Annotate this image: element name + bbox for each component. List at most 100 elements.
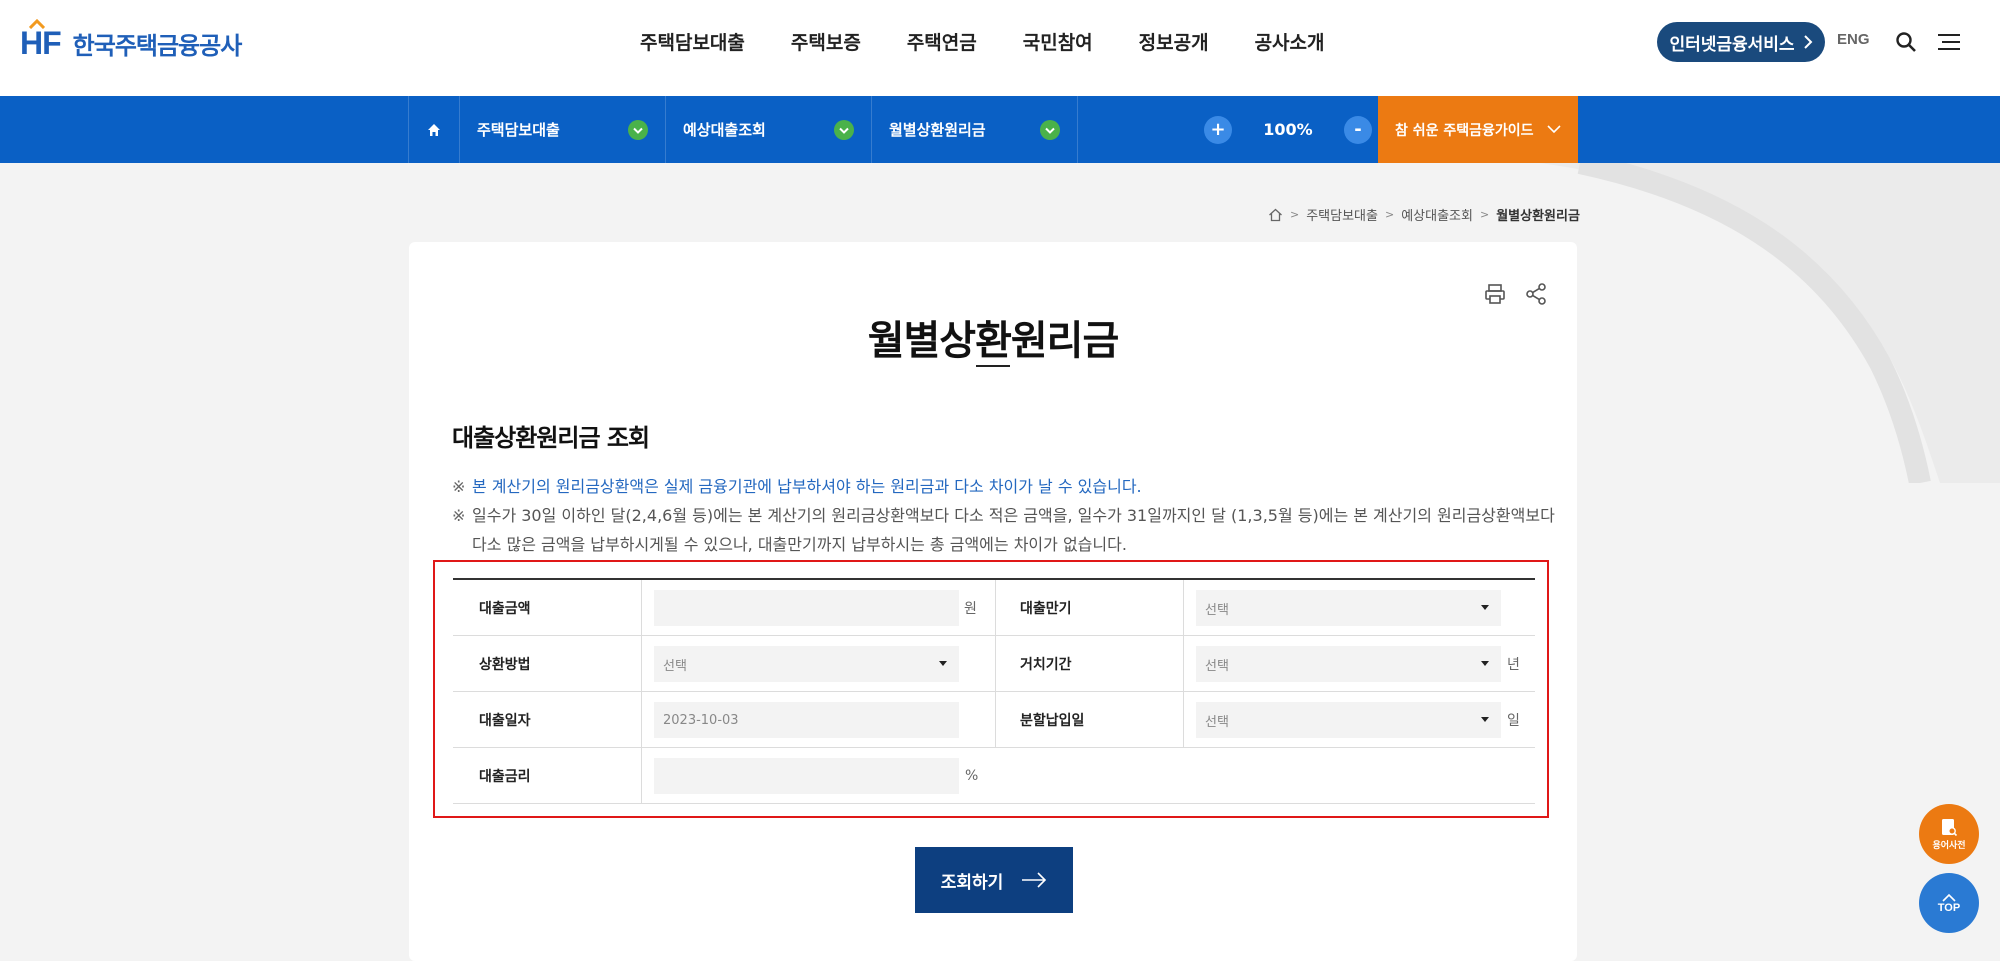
payment-day-label: 분할납입일 — [1020, 712, 1085, 729]
zoom-out-button[interactable]: - — [1344, 115, 1372, 144]
caret-down-icon — [1481, 605, 1489, 610]
caret-down-icon — [1481, 661, 1489, 666]
loan-form-highlight: 대출금액 원 대출만기 선택 상환방법 선택 거치기간 선택 년 대출일자 20… — [433, 560, 1549, 818]
divider — [641, 636, 642, 691]
loan-amount-label: 대출금액 — [479, 600, 531, 617]
internet-service-label: 인터넷금융서비스 — [1669, 34, 1795, 55]
location-dropdown-label: 주택담보대출 — [477, 121, 560, 139]
grace-period-label: 거치기간 — [1020, 656, 1072, 673]
chevron-down-icon — [1040, 120, 1060, 140]
location-bar: 주택담보대출 예상대출조회 월별상환원리금 + 100% - 참 쉬운 주택금융… — [0, 96, 2000, 163]
breadcrumb-separator-icon: > — [1384, 208, 1395, 221]
payment-day-select[interactable]: 선택 — [1196, 702, 1501, 738]
logo-text: 한국주택금융공사 — [72, 31, 243, 60]
notice-text: 일수가 30일 이하인 달(2,4,6월 등)에는 본 계산기의 원리금상환액보… — [472, 506, 1555, 525]
breadcrumb-separator-icon: > — [1290, 208, 1300, 221]
nav-item-housing-guarantee[interactable]: 주택보증 — [791, 28, 861, 55]
grace-period-select[interactable]: 선택 — [1196, 646, 1501, 682]
loan-form-table: 대출금액 원 대출만기 선택 상환방법 선택 거치기간 선택 년 대출일자 20… — [453, 578, 1535, 804]
zoom-in-button[interactable]: + — [1204, 115, 1232, 144]
nav-item-mortgage-loan[interactable]: 주택담보대출 — [640, 28, 745, 55]
internet-service-button[interactable]: 인터넷금융서비스 — [1657, 22, 1825, 62]
content-card: 월별상환원리금 대출상환원리금 조회 ※ 본 계산기의 원리금상환액은 실제 금융… — [409, 242, 1577, 961]
chevron-down-icon — [1547, 125, 1561, 134]
site-logo[interactable]: HF 한국주택금융공사 — [20, 18, 243, 62]
select-value: 선택 — [1205, 714, 1229, 730]
logo-roof-icon — [29, 18, 45, 29]
note-mark: ※ — [452, 477, 466, 496]
chevron-down-icon — [834, 120, 854, 140]
housing-finance-guide-button[interactable]: 참 쉬운 주택금융가이드 — [1378, 96, 1578, 163]
share-icon[interactable] — [1524, 282, 1548, 306]
location-dropdown-level3[interactable]: 월별상환원리금 — [872, 96, 1078, 163]
print-icon[interactable] — [1483, 282, 1507, 306]
grace-period-unit: 년 — [1507, 656, 1520, 673]
loan-term-label: 대출만기 — [1020, 600, 1072, 617]
form-row: 대출금리 % — [453, 748, 1535, 804]
nav-item-about[interactable]: 공사소개 — [1255, 28, 1325, 55]
notice-line-1: ※ 본 계산기의 원리금상환액은 실제 금융기관에 납부하셔야 하는 원리금과 다… — [452, 472, 1142, 501]
caret-down-icon — [939, 661, 947, 666]
location-dropdown-level2[interactable]: 예상대출조회 — [666, 96, 872, 163]
home-icon — [428, 123, 440, 136]
location-dropdown-level1[interactable]: 주택담보대출 — [460, 96, 666, 163]
loan-date-input[interactable]: 2023-10-03 — [654, 702, 959, 738]
search-icon[interactable] — [1894, 30, 1918, 54]
divider — [995, 692, 996, 747]
logo-mark: HF — [20, 18, 62, 62]
arrow-right-icon — [1022, 872, 1047, 888]
zoom-control: + 100% - — [1204, 96, 1380, 163]
search-submit-button[interactable]: 조회하기 — [915, 847, 1073, 913]
divider — [995, 636, 996, 691]
scroll-top-label: TOP — [1937, 901, 1961, 914]
notice-line-2: ※ 일수가 30일 이하인 달(2,4,6월 등)에는 본 계산기의 원리금상환액… — [452, 501, 1555, 530]
home-button[interactable] — [408, 96, 460, 163]
form-row: 상환방법 선택 거치기간 선택 년 — [453, 636, 1535, 692]
breadcrumb-item[interactable]: 주택담보대출 — [1306, 205, 1378, 224]
notice-line-3: 다소 많은 금액을 납부하시게될 수 있으나, 대출만기까지 납부하시는 총 금… — [472, 535, 1127, 554]
loan-date-label: 대출일자 — [479, 712, 531, 729]
language-english-link[interactable]: ENG — [1837, 31, 1870, 48]
location-dropdown-label: 월별상환원리금 — [889, 121, 986, 139]
interest-rate-unit: % — [965, 767, 979, 784]
interest-rate-label: 대출금리 — [479, 768, 531, 785]
repayment-method-select[interactable]: 선택 — [654, 646, 959, 682]
chevron-down-icon — [628, 120, 648, 140]
divider — [641, 580, 642, 635]
select-value: 선택 — [1205, 602, 1229, 618]
divider — [1183, 636, 1184, 691]
breadcrumb: > 주택담보대출 > 예상대출조회 > 월별상환원리금 — [1268, 205, 1580, 224]
nav-item-public-participation[interactable]: 국민참여 — [1023, 28, 1093, 55]
select-value: 선택 — [1205, 658, 1229, 674]
nav-item-housing-pension[interactable]: 주택연금 — [907, 28, 977, 55]
select-value: 선택 — [663, 658, 687, 674]
divider — [641, 692, 642, 747]
page-title: 월별상환원리금 — [867, 318, 1120, 364]
scroll-top-button[interactable]: TOP — [1919, 873, 1979, 933]
glossary-button[interactable]: 용어사전 — [1919, 804, 1979, 864]
form-row: 대출일자 2023-10-03 분할납입일 선택 일 — [453, 692, 1535, 748]
glossary-label: 용어사전 — [1932, 840, 1966, 851]
location-bar-inner: 주택담보대출 예상대출조회 월별상환원리금 + 100% - 참 쉬운 주택금융… — [408, 96, 1578, 163]
interest-rate-input[interactable] — [654, 758, 959, 794]
background-decoration — [1540, 163, 2000, 483]
loan-term-select[interactable]: 선택 — [1196, 590, 1501, 626]
loan-amount-input[interactable] — [654, 590, 959, 626]
home-icon[interactable] — [1268, 208, 1283, 222]
divider — [1183, 692, 1184, 747]
nav-item-information-disclosure[interactable]: 정보공개 — [1139, 28, 1209, 55]
payment-day-unit: 일 — [1507, 712, 1520, 729]
notice-text: 본 계산기의 원리금상환액은 실제 금융기관에 납부하셔야 하는 원리금과 다소… — [472, 477, 1142, 496]
section-title: 대출상환원리금 조회 — [452, 424, 650, 452]
repayment-method-label: 상환방법 — [479, 656, 531, 673]
glossary-book-icon — [1942, 818, 1958, 836]
site-header: HF 한국주택금융공사 주택담보대출 주택보증 주택연금 국민참여 정보공개 공… — [0, 0, 2000, 96]
guide-label: 참 쉬운 주택금융가이드 — [1395, 122, 1534, 139]
breadcrumb-item[interactable]: 예상대출조회 — [1401, 205, 1473, 224]
breadcrumb-separator-icon: > — [1479, 208, 1490, 221]
loan-amount-unit: 원 — [964, 600, 977, 617]
logo-mark-text: HF — [20, 24, 62, 61]
caret-down-icon — [1481, 717, 1489, 722]
hamburger-menu-icon[interactable] — [1936, 32, 1962, 52]
divider — [641, 748, 642, 803]
